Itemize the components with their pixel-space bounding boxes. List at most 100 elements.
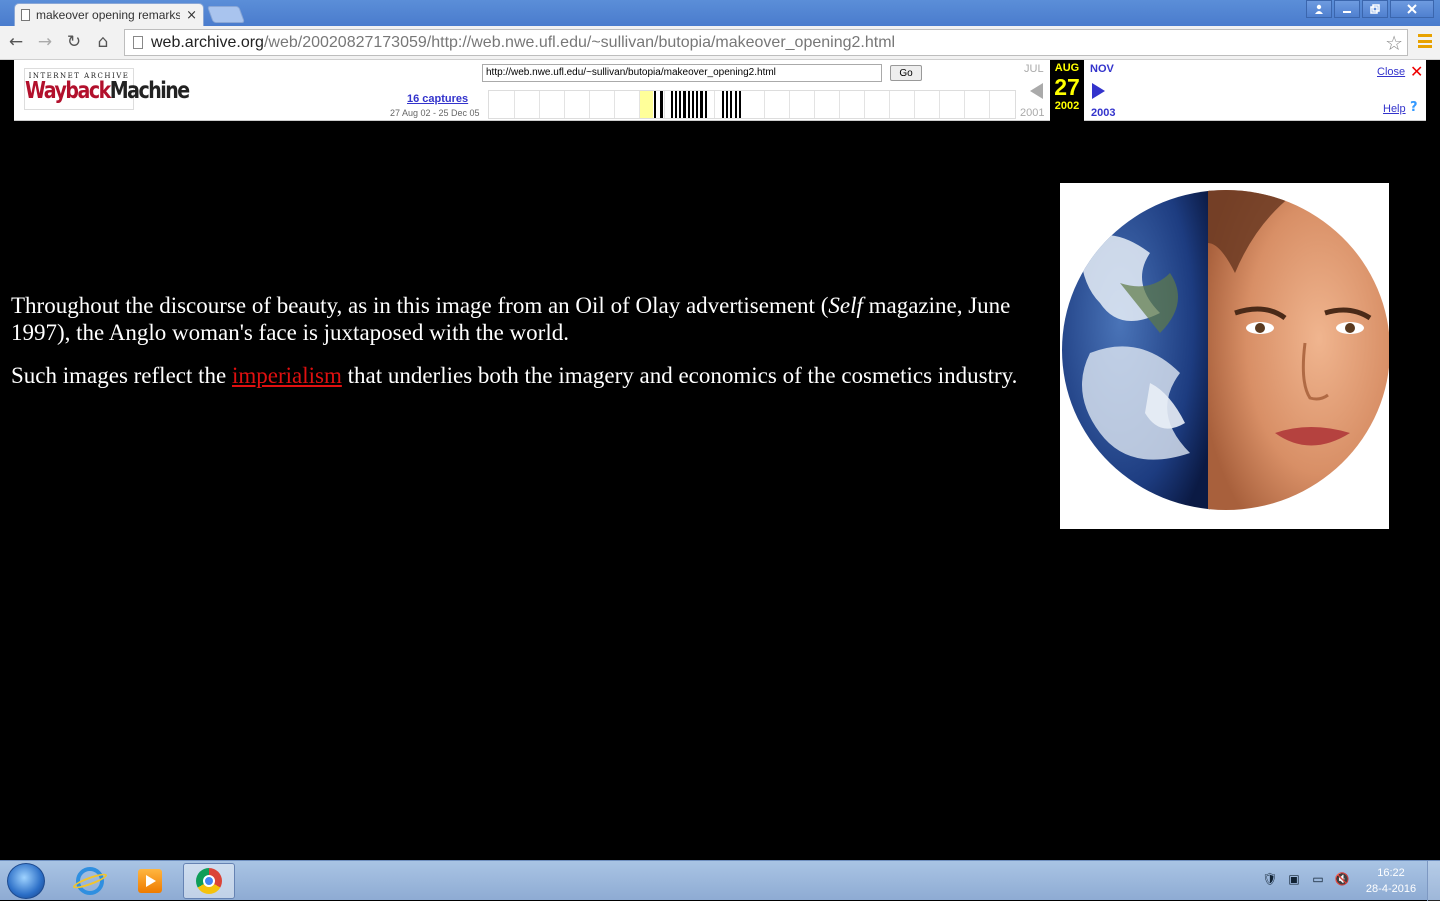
prev-year-label: 2001 (1020, 107, 1045, 119)
prev-capture-icon[interactable] (1030, 83, 1043, 99)
system-tray: 🛡 ▣ ▭ 🔇 (1262, 871, 1350, 887)
capture-mark[interactable] (696, 91, 698, 118)
restore-icon[interactable] (1362, 0, 1388, 18)
sparkline-grid (789, 91, 790, 118)
sparkline-grid (964, 91, 965, 118)
next-month-label[interactable]: NOV (1090, 63, 1114, 75)
capture-mark[interactable] (705, 91, 707, 118)
close-icon[interactable] (1390, 0, 1434, 18)
sparkline-grid (514, 91, 515, 118)
next-capture-icon[interactable] (1092, 83, 1105, 99)
paragraph-1: Throughout the discourse of beauty, as i… (11, 292, 1021, 346)
start-icon[interactable] (7, 863, 45, 899)
browser-tab[interactable]: makeover opening remarks × (14, 3, 204, 26)
help-icon[interactable]: ? (1410, 100, 1418, 115)
minimize-icon[interactable] (1334, 0, 1360, 18)
sparkline-grid (814, 91, 815, 118)
imperialism-link[interactable]: imperialism (232, 363, 342, 388)
volume-muted-icon[interactable]: 🔇 (1334, 871, 1350, 887)
capture-mark[interactable] (700, 91, 703, 118)
url-path: /web/20020827173059/http://web.nwe.ufl.e… (263, 33, 896, 51)
capture-mark[interactable] (739, 91, 741, 118)
reload-icon[interactable]: ↻ (62, 30, 86, 54)
clock-time: 16:22 (1377, 867, 1405, 879)
page-content: Throughout the discourse of beauty, as i… (11, 292, 1021, 405)
capture-mark[interactable] (671, 91, 673, 118)
capture-mark[interactable] (679, 91, 681, 118)
sparkline-grid (989, 91, 990, 118)
paragraph-2: Such images reflect the imperialism that… (11, 362, 1021, 389)
next-year-label[interactable]: 2003 (1091, 107, 1115, 119)
clock[interactable]: 16:22 28-4-2016 (1360, 865, 1422, 897)
wayback-logo[interactable]: INTERNET ARCHIVE WaybackMachine (24, 68, 190, 110)
display-icon[interactable]: ▭ (1310, 871, 1326, 887)
capture-mark[interactable] (726, 91, 728, 118)
sparkline-highlight (640, 91, 653, 118)
capture-mark[interactable] (660, 91, 663, 118)
sparkline-grid (614, 91, 615, 118)
capture-mark[interactable] (692, 91, 694, 118)
sparkline-grid (839, 91, 840, 118)
menu-icon[interactable] (1418, 34, 1432, 48)
go-button[interactable]: Go (890, 65, 922, 81)
user-icon[interactable] (1306, 0, 1332, 18)
capture-mark[interactable] (683, 91, 686, 118)
wayback-close-link[interactable]: Close (1377, 66, 1405, 78)
sparkline-grid (939, 91, 940, 118)
forward-icon[interactable]: → (33, 30, 57, 54)
capture-mark[interactable] (722, 91, 724, 118)
capture-mark[interactable] (654, 91, 656, 118)
page-icon (133, 36, 143, 49)
wayback-help-link[interactable]: Help (1383, 103, 1406, 115)
clock-date: 28-4-2016 (1365, 883, 1417, 895)
capture-mark[interactable] (688, 91, 690, 118)
back-icon[interactable]: ← (4, 30, 28, 54)
sparkline-grid (539, 91, 540, 118)
show-desktop-button[interactable] (1427, 861, 1440, 901)
wayback-url-input[interactable]: http://web.nwe.ufl.edu/~sullivan/butopia… (482, 64, 882, 82)
wayback-logo-word: Wayback (25, 77, 111, 105)
tab-title: makeover opening remarks (36, 8, 181, 22)
page-icon (21, 9, 30, 21)
window-controls (1306, 0, 1434, 18)
wayback-logo-main: WaybackMachine (25, 77, 190, 105)
machine-logo-word: Machine (109, 77, 190, 105)
earth-face-image (1060, 183, 1390, 529)
new-tab-button[interactable] (206, 6, 246, 23)
capture-sparkline[interactable] (488, 90, 1016, 119)
wayback-close-icon[interactable]: ✕ (1410, 62, 1423, 81)
wayback-toolbar: INTERNET ARCHIVE WaybackMachine http://w… (14, 60, 1426, 121)
sparkline-grid (714, 91, 715, 118)
paragraph-1-start: Throughout the discourse of beauty, as i… (11, 293, 829, 318)
sparkline-grid (864, 91, 865, 118)
home-icon[interactable]: ⌂ (91, 30, 115, 54)
current-day: 27 (1054, 74, 1080, 100)
star-icon[interactable]: ☆ (1385, 31, 1403, 55)
capture-mark[interactable] (730, 91, 732, 118)
capture-range: 27 Aug 02 - 25 Dec 05 (390, 108, 480, 118)
internet-explorer-icon[interactable] (64, 863, 116, 899)
capture-mark[interactable] (735, 91, 737, 118)
shield-icon[interactable]: 🛡 (1262, 871, 1278, 887)
title-bar: makeover opening remarks × (0, 0, 1440, 26)
sparkline-grid (564, 91, 565, 118)
captures-link[interactable]: 16 captures (407, 93, 468, 105)
capture-mark[interactable] (675, 91, 677, 118)
paragraph-2-end: that underlies both the imagery and econ… (341, 363, 1018, 388)
sparkline-grid (914, 91, 915, 118)
current-month: AUG (1054, 62, 1080, 74)
browser-toolbar: ← → ↻ ⌂ web.archive.org/web/200208271730… (0, 26, 1440, 60)
address-bar[interactable]: web.archive.org/web/20020827173059/http:… (124, 29, 1408, 56)
url-text[interactable]: web.archive.org/web/20020827173059/http:… (151, 34, 1407, 52)
sparkline-grid (764, 91, 765, 118)
paragraph-2-start: Such images reflect the (11, 363, 232, 388)
prev-month-label: JUL (1024, 63, 1044, 75)
chrome-icon[interactable] (183, 863, 235, 899)
tab-close-icon[interactable]: × (186, 8, 197, 23)
media-player-icon[interactable] (124, 863, 176, 899)
current-capture-date: AUG 27 2002 (1050, 60, 1084, 121)
taskbar: 🛡 ▣ ▭ 🔇 16:22 28-4-2016 (0, 860, 1440, 901)
sparkline-grid (889, 91, 890, 118)
current-year: 2002 (1054, 100, 1080, 112)
network-icon[interactable]: ▣ (1286, 871, 1302, 887)
